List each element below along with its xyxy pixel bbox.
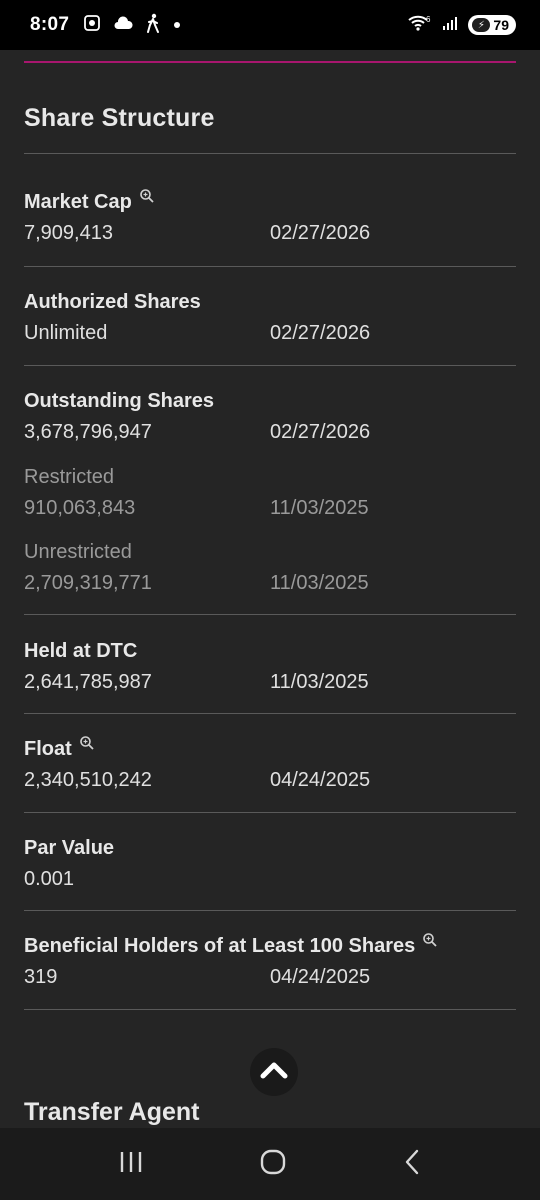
row-beneficial-holders: Beneficial Holders of at Least 100 Share… [24, 933, 516, 989]
next-section-title: Transfer Agent [24, 1098, 200, 1126]
row-date: 04/24/2025 [270, 966, 371, 988]
row-date: 02/27/2026 [270, 322, 371, 344]
row-float: Float 2,340,510,242 04/24/2025 [24, 736, 516, 792]
row-label: Float [24, 738, 72, 760]
row-date: 11/03/2025 [270, 572, 369, 594]
walking-icon [145, 13, 161, 38]
home-icon[interactable] [259, 1148, 287, 1181]
row-divider [24, 812, 516, 813]
row-divider [24, 1009, 516, 1010]
zoom-icon[interactable] [422, 931, 438, 947]
section-accent-line [24, 61, 516, 63]
battery-saver-icon: ⚡ [472, 18, 491, 32]
row-label: Held at DTC [24, 640, 138, 662]
row-divider [24, 266, 516, 267]
row-label: Market Cap [24, 191, 132, 213]
wifi-icon: 6 [408, 14, 432, 37]
status-notification-icons [83, 13, 181, 38]
row-date: 04/24/2025 [270, 769, 371, 791]
back-icon[interactable] [402, 1148, 422, 1181]
row-par-value: Par Value 0.001 [24, 837, 516, 891]
signal-icon [442, 15, 458, 36]
row-value: 2,709,319,771 [24, 572, 152, 594]
battery-indicator: ⚡ 79 [468, 15, 516, 35]
row-label: Authorized Shares [24, 291, 201, 313]
row-date: 02/27/2026 [270, 222, 371, 244]
row-value: 2,641,785,987 [24, 671, 152, 693]
row-restricted: Restricted 910,063,843 11/03/2025 [24, 466, 516, 520]
row-value: 319 [24, 966, 58, 988]
row-divider [24, 365, 516, 366]
row-value: 0.001 [24, 868, 75, 890]
row-date: 11/03/2025 [270, 671, 369, 693]
title-divider [24, 153, 516, 154]
row-held-at-dtc: Held at DTC 2,641,785,987 11/03/2025 [24, 640, 516, 694]
recents-icon[interactable] [118, 1150, 144, 1179]
system-navigation-bar [0, 1128, 540, 1200]
row-value: 7,909,413 [24, 222, 113, 244]
row-date: 02/27/2026 [270, 421, 371, 443]
row-value: 3,678,796,947 [24, 421, 152, 443]
row-label: Unrestricted [24, 541, 132, 563]
row-outstanding-shares: Outstanding Shares 3,678,796,947 02/27/2… [24, 390, 516, 444]
row-label: Restricted [24, 466, 115, 488]
row-value: 910,063,843 [24, 497, 136, 519]
row-market-cap: Market Cap 7,909,413 02/27/2026 [24, 189, 516, 245]
scroll-to-top-button[interactable] [250, 1048, 298, 1096]
row-label: Beneficial Holders of at Least 100 Share… [24, 935, 416, 957]
row-value: 2,340,510,242 [24, 769, 152, 791]
row-divider [24, 713, 516, 714]
zoom-icon[interactable] [139, 187, 155, 203]
status-time: 8:07 [30, 14, 70, 35]
network-superscript: 6 [426, 15, 431, 24]
row-value: Unlimited [24, 322, 108, 344]
cloud-icon [113, 15, 133, 35]
chevron-up-icon [259, 1060, 289, 1085]
row-authorized-shares: Authorized Shares Unlimited 02/27/2026 [24, 291, 516, 345]
notification-dot-icon [173, 16, 181, 34]
section-title: Share Structure [24, 104, 215, 132]
status-bar: 8:07 6 ⚡ 79 [0, 0, 540, 50]
screenshot-icon [83, 14, 101, 37]
row-divider [24, 910, 516, 911]
row-label: Par Value [24, 837, 115, 859]
battery-level: 79 [493, 17, 509, 33]
zoom-icon[interactable] [79, 734, 95, 750]
status-system-icons: 6 ⚡ 79 [408, 14, 516, 37]
row-label: Outstanding Shares [24, 390, 215, 412]
row-divider [24, 614, 516, 615]
row-date: 11/03/2025 [270, 497, 369, 519]
row-unrestricted: Unrestricted 2,709,319,771 11/03/2025 [24, 541, 516, 595]
